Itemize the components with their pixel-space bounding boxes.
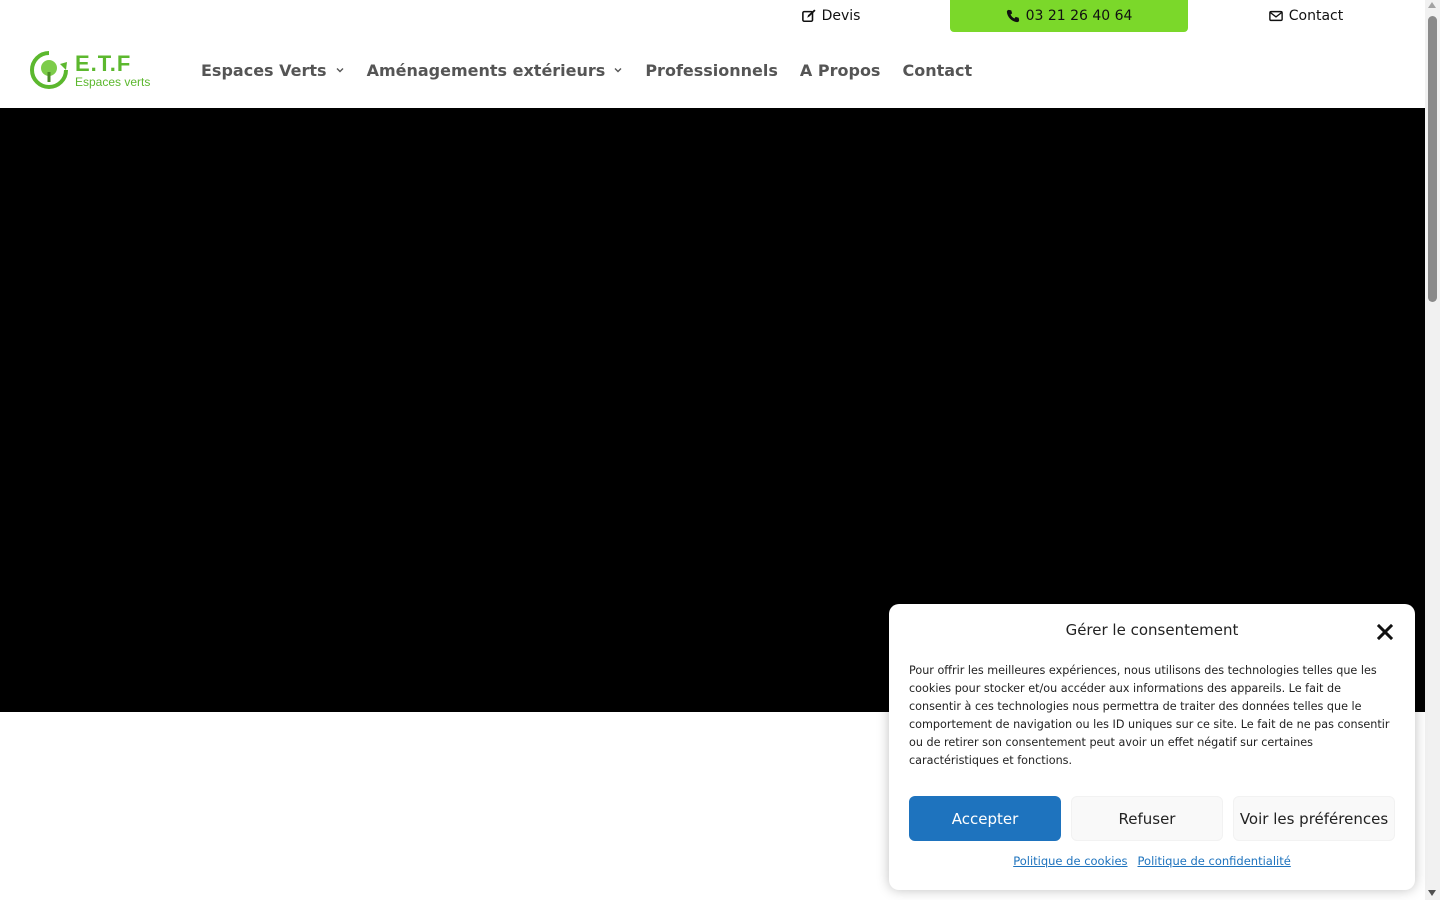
site-logo[interactable]: E.T.F Espaces verts <box>29 48 153 92</box>
contact-link[interactable]: Contact <box>1255 0 1357 32</box>
nav-item-espaces-verts[interactable]: Espaces Verts <box>190 32 356 108</box>
nav-label: Contact <box>902 60 973 80</box>
nav-label: A Propos <box>799 60 881 80</box>
top-bar: Devis 03 21 26 40 64 Contact <box>0 0 1425 32</box>
phone-button[interactable]: 03 21 26 40 64 <box>950 0 1188 32</box>
phone-icon <box>1006 9 1019 23</box>
envelope-icon <box>1268 10 1283 22</box>
logo-title: E.T.F <box>75 50 132 76</box>
contact-label: Contact <box>1288 8 1344 24</box>
tree-logo-icon <box>30 51 68 89</box>
phone-label: 03 21 26 40 64 <box>1025 8 1133 24</box>
logo-subtitle: Espaces verts <box>75 74 151 89</box>
nav-item-professionnels[interactable]: Professionnels <box>634 32 789 108</box>
nav-label: Aménagements extérieurs <box>366 60 606 80</box>
site-header: E.T.F Espaces verts Espaces Verts Aménag… <box>0 32 1425 108</box>
chevron-down-icon <box>336 68 344 73</box>
nav-label: Professionnels <box>645 60 778 80</box>
consent-text: Pour offrir les meilleures expériences, … <box>909 664 1390 767</box>
scroll-thumb[interactable] <box>1428 16 1437 302</box>
close-icon[interactable] <box>1376 623 1394 641</box>
nav-item-contact[interactable]: Contact <box>891 32 983 108</box>
edit-icon <box>801 9 816 23</box>
scroll-down-arrow-icon[interactable] <box>1428 890 1436 896</box>
main-nav: Espaces Verts Aménagements extérieurs Pr… <box>190 32 983 108</box>
devis-label: Devis <box>821 8 861 24</box>
logo-text: E.T.F Espaces verts <box>75 50 151 89</box>
refuse-button[interactable]: Refuser <box>1071 796 1223 841</box>
page-scrollbar[interactable] <box>1425 0 1440 900</box>
consent-title: Gérer le consentement <box>1065 621 1239 639</box>
nav-item-amenagements[interactable]: Aménagements extérieurs <box>356 32 635 108</box>
preferences-button[interactable]: Voir les préférences <box>1233 796 1395 841</box>
chevron-down-icon <box>614 68 622 73</box>
devis-link[interactable]: Devis <box>790 0 872 32</box>
scroll-up-arrow-icon[interactable] <box>1428 2 1436 8</box>
accept-button[interactable]: Accepter <box>909 796 1061 841</box>
privacy-policy-link[interactable]: Politique de confidentialité <box>1138 854 1291 868</box>
cookie-consent-dialog: Gérer le consentement Pour offrir les me… <box>889 604 1415 890</box>
nav-label: Espaces Verts <box>201 60 327 80</box>
cookie-policy-link[interactable]: Politique de cookies <box>1013 854 1127 868</box>
nav-item-a-propos[interactable]: A Propos <box>789 32 892 108</box>
policy-links: Politique de cookies Politique de confid… <box>889 854 1415 868</box>
